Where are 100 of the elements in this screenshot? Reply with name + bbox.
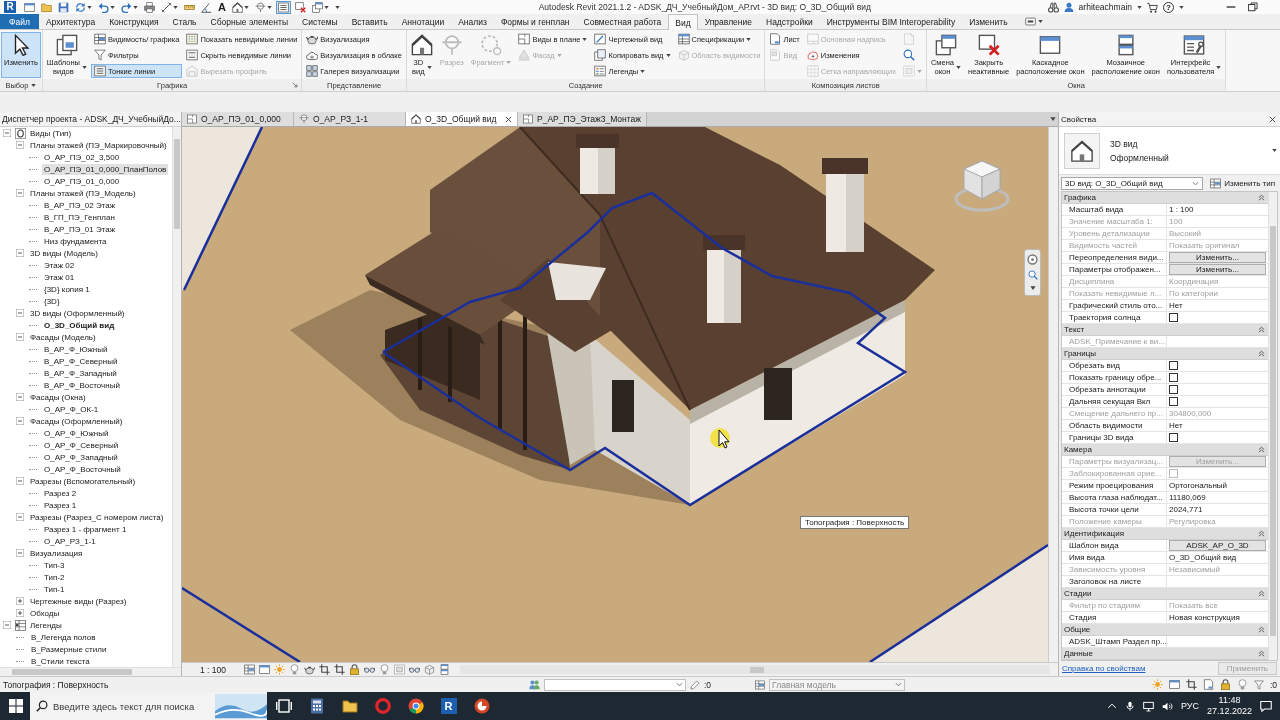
window-icon[interactable] xyxy=(1168,679,1180,690)
caret-icon[interactable] xyxy=(31,82,37,88)
caret-icon[interactable] xyxy=(1037,19,1043,24)
minimize-icon[interactable] xyxy=(1226,6,1236,8)
people-icon[interactable] xyxy=(529,679,540,690)
box-icon[interactable] xyxy=(424,664,435,675)
collapse-icon[interactable] xyxy=(16,333,24,341)
edit-button[interactable]: Изменить... xyxy=(1169,252,1266,263)
tree-item[interactable]: Разрез 2 xyxy=(42,487,79,499)
checkbox[interactable] xyxy=(1169,433,1178,442)
filter-icon[interactable] xyxy=(1253,679,1264,690)
collapse-icon[interactable] xyxy=(3,129,11,137)
help-link[interactable]: Справка по свойствам xyxy=(1062,664,1146,673)
vertical-scrollbar[interactable] xyxy=(172,127,181,667)
tree-item[interactable]: Легенды xyxy=(28,619,64,631)
ribbon-tab[interactable]: Анализ xyxy=(451,14,494,29)
workset-field[interactable] xyxy=(544,678,686,691)
crop-icon[interactable] xyxy=(1185,679,1197,690)
caret-icon[interactable] xyxy=(1137,4,1142,10)
help-button[interactable]: ? xyxy=(1163,1,1174,13)
property-field[interactable]: 2024,771 xyxy=(1169,504,1268,515)
lightbulb-icon[interactable] xyxy=(289,664,300,675)
ribbon-tab[interactable]: Вставить xyxy=(344,14,395,29)
tree-item[interactable]: Низ фундамента xyxy=(42,235,109,247)
tree-item[interactable]: 3D виды (Оформленный) xyxy=(28,307,127,319)
task-view-icon[interactable] xyxy=(275,698,292,714)
section-header[interactable]: Текст xyxy=(1062,324,1268,336)
collapse-icon[interactable] xyxy=(16,549,24,557)
quick-access-button[interactable] xyxy=(73,0,94,14)
speaker-icon[interactable] xyxy=(1161,700,1173,712)
language-indicator[interactable]: РУС xyxy=(1180,701,1199,711)
padlock-icon[interactable] xyxy=(1219,679,1231,690)
property-field[interactable]: Новая конструкция xyxy=(1169,612,1268,623)
ribbon-tab[interactable]: Архитектура xyxy=(38,14,103,29)
tree-item[interactable]: Чертежные виды (Разрез) xyxy=(28,595,129,607)
tree-item[interactable]: В_АР_Ф_Западный xyxy=(42,367,119,379)
folder-icon[interactable] xyxy=(341,698,358,714)
tree-item[interactable]: О_АР_ПЭ_01_0,000 xyxy=(42,175,122,187)
app-logo[interactable]: R xyxy=(4,1,16,13)
tree-item[interactable]: {3D} копия 1 xyxy=(42,283,92,295)
section-header[interactable]: Границы xyxy=(1062,348,1268,360)
pencil-icon[interactable] xyxy=(690,679,700,690)
tree-item[interactable]: В_АР_ПЭ_01 Этаж xyxy=(42,223,118,235)
ribbon-tab[interactable]: Совместная работа xyxy=(576,14,669,29)
tree-item[interactable]: О_3D_Общий вид xyxy=(42,319,117,331)
tree-item[interactable]: О_АР_Ф_Западный xyxy=(42,451,120,463)
quick-access-button[interactable] xyxy=(292,0,308,14)
tree-item[interactable]: В_АР_Ф_Южный xyxy=(42,343,110,355)
quick-access-button[interactable] xyxy=(229,0,251,14)
tree-item[interactable]: В_Стили текста xyxy=(29,655,92,667)
collapse-icon[interactable] xyxy=(16,477,24,485)
checkbox[interactable] xyxy=(1169,373,1178,382)
search-bar[interactable]: Введите здесь текст для поиска xyxy=(30,692,267,720)
pie-disc-icon[interactable] xyxy=(473,698,490,714)
ribbon-tab[interactable]: Аннотации xyxy=(394,14,452,29)
edit-type-button[interactable]: Изменить тип xyxy=(1207,176,1278,190)
glasses-icon[interactable] xyxy=(409,664,420,675)
property-field[interactable]: 11180,069 xyxy=(1169,492,1268,503)
tree-item[interactable]: Фасады (Оформленный) xyxy=(28,415,125,427)
chevron-up-icon[interactable] xyxy=(1106,701,1117,711)
ribbon-tab[interactable]: Управление xyxy=(697,14,759,29)
checkbox[interactable] xyxy=(1169,385,1178,394)
tree-item[interactable]: {3D} xyxy=(42,295,62,307)
monitor-icon[interactable] xyxy=(1142,700,1154,712)
speech-bubble-icon[interactable] xyxy=(1260,700,1272,712)
segmented-circle-icon[interactable] xyxy=(407,698,424,714)
property-field[interactable]: Нет xyxy=(1169,300,1268,311)
user-icon[interactable] xyxy=(1063,2,1074,12)
property-field[interactable]: 1 : 100 xyxy=(1169,204,1268,215)
cart-icon[interactable] xyxy=(1147,1,1158,13)
section-header[interactable]: Идентификация xyxy=(1062,528,1268,540)
tree-item[interactable]: О_АР_Ф_Северный xyxy=(42,439,121,451)
collapse-icon[interactable] xyxy=(16,189,24,197)
lightbulb-icon[interactable] xyxy=(1236,679,1248,690)
collapse-icon[interactable] xyxy=(16,309,24,317)
start-icon[interactable] xyxy=(9,699,23,713)
tree-item[interactable]: Этаж 02 xyxy=(42,259,77,271)
close-icon[interactable] xyxy=(505,115,512,123)
horizontal-scrollbar[interactable] xyxy=(0,667,181,676)
tree-item[interactable]: О_АР_ПЭ_02_3,500 xyxy=(42,151,122,163)
clock-date[interactable]: 27.12.2022 xyxy=(1206,706,1252,717)
tree-item[interactable]: В_АР_Ф_Северный xyxy=(42,355,120,367)
crop-icon[interactable] xyxy=(334,664,345,675)
property-field[interactable]: Нет xyxy=(1169,420,1268,431)
padlock-icon[interactable] xyxy=(349,664,360,675)
ribbon-tab[interactable]: Системы xyxy=(295,14,345,29)
tree-item[interactable]: В_Размерные стили xyxy=(29,643,109,655)
quick-access-button[interactable] xyxy=(199,0,214,14)
tree-item[interactable]: В_АР_Ф_Восточный xyxy=(42,379,122,391)
microphone-icon[interactable] xyxy=(1124,701,1135,711)
tree-item[interactable]: Визуализация xyxy=(28,547,85,559)
quick-access-button[interactable] xyxy=(159,0,180,14)
tree-item[interactable]: О_АР_ПЭ_01_0,000_ПланПолов xyxy=(42,163,169,175)
quick-access-button[interactable] xyxy=(56,0,71,14)
tree-item[interactable]: 3D виды (Модель) xyxy=(28,247,100,259)
ribbon-tab[interactable]: Инструменты BIM Interoperability xyxy=(819,14,963,29)
section-header[interactable]: Общие xyxy=(1062,624,1268,636)
checkbox[interactable] xyxy=(1169,361,1178,370)
caret-icon[interactable] xyxy=(1050,116,1056,122)
tree-item[interactable]: Тип-1 xyxy=(42,583,67,595)
